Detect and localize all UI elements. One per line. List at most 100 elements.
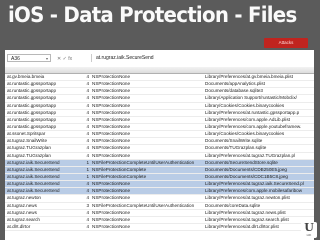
table-cell-b[interactable]: 4	[85, 88, 89, 94]
table-cell-d[interactable]: Documents/TUGrazplan.sqlite	[205, 145, 313, 151]
table-row[interactable]: at.runtastic.gpssportapp 4 NSProtectionNon…	[5, 95, 314, 103]
table-cell-a[interactable]: at.tugraz.iaik.SecureSend	[7, 181, 87, 187]
table-cell-d[interactable]: Library/Preferences/at.tugraz.iaik.Secur…	[205, 181, 313, 187]
table-row[interactable]: at.tugraz.TUGrazplan 4 NSProtectionNone Lib…	[5, 153, 314, 160]
table-cell-d[interactable]: Library/Preferences/at.tugraz.search.pli…	[205, 217, 313, 223]
table-row[interactable]: at.tugraz.iaik.SecureSend 1 NSFileProtecti…	[5, 159, 314, 167]
confirm-icon[interactable]: ✓	[63, 56, 67, 62]
table-cell-a[interactable]: at.runtastic.gpssportapp	[7, 110, 87, 116]
function-icon[interactable]: fx	[68, 56, 72, 62]
table-cell-c[interactable]: NSProtectionNone	[92, 217, 204, 223]
table-cell-a[interactable]: at.tugraz.news	[7, 203, 87, 209]
table-cell-d[interactable]: Documents/Documents/CDC1B5C8.jpeg	[205, 174, 313, 180]
table-cell-a[interactable]: at.runtastic.gpssportapp	[7, 95, 87, 101]
table-cell-a[interactable]: at.tugraz.news	[7, 210, 87, 216]
table-cell-a[interactable]: at.runtastic.gpssportapp	[7, 124, 87, 130]
table-row[interactable]: at.runtastic.gpssportapp 4 NSProtectionNon…	[5, 110, 314, 117]
table-cell-c[interactable]: NSProtectionNone	[92, 210, 204, 216]
table-cell-d[interactable]: Library/Preferences/com.apple.AdLib.plis…	[205, 117, 313, 123]
table-cell-c[interactable]: NSProtectionNone	[92, 138, 204, 144]
table-cell-b[interactable]: 4	[85, 95, 89, 101]
table-cell-b[interactable]: 4	[85, 217, 89, 223]
table-cell-a[interactable]: at.ssonet.Spritspar	[7, 131, 87, 137]
table-row[interactable]: at.tugraz.newton 4 NSProtectionNone Library…	[5, 195, 314, 203]
table-cell-b[interactable]: 4	[85, 74, 89, 80]
table-row[interactable]: at.runtastic.gpssportapp 4 NSProtectionNon…	[5, 88, 314, 96]
table-cell-c[interactable]: NSProtectionNone	[92, 131, 204, 137]
table-cell-c[interactable]: NSFileProtectionCompleteUntilUserAuthent…	[92, 160, 204, 166]
table-cell-c[interactable]: NSProtectionNone	[92, 195, 204, 201]
table-row[interactable]: at.gv.bmeia.bmeia 4 NSProtectionNone Librar…	[5, 74, 314, 82]
table-cell-a[interactable]: at.dlrt.dlrtor	[7, 224, 87, 230]
formula-value-field[interactable]: at.rugraz.iaik.SecureSend	[91, 54, 314, 62]
table-cell-b[interactable]: 4	[85, 145, 89, 151]
table-row[interactable]: at.tugraz.news 4 NSProtectionNone Library/P…	[5, 210, 314, 217]
table-cell-c[interactable]: NSProtectionNone	[92, 117, 204, 123]
table-cell-d[interactable]: Library/Preferences/at.gv.bmeia.bmeia.pl…	[205, 74, 313, 80]
table-cell-c[interactable]: NSProtectionNone	[92, 145, 204, 151]
table-cell-a[interactable]: at.gv.bmeia.bmeia	[7, 74, 87, 80]
table-row[interactable]: at.tugraz.iaik.SecureSend 4 NSProtectionNo…	[5, 181, 314, 189]
table-cell-c[interactable]: NSProtectionNone	[92, 88, 204, 94]
table-cell-b[interactable]: 4	[85, 124, 89, 130]
cancel-icon[interactable]: ✕	[57, 56, 61, 62]
table-cell-c[interactable]: NSProtectionNone	[92, 74, 204, 80]
table-cell-a[interactable]: at.runtastic.gpssportapp	[7, 103, 87, 109]
table-cell-c[interactable]: NSProtectionNone	[92, 188, 204, 194]
table-cell-d[interactable]: Library/Preferences/at.tugraz.TUGrazplan…	[205, 153, 313, 159]
table-cell-b[interactable]: 4	[85, 195, 89, 201]
table-cell-d[interactable]: Library/Preferences/at.dlrt.dlrtor.plist	[205, 224, 313, 230]
table-cell-c[interactable]: NSProtectionNone	[92, 81, 204, 87]
table-cell-d[interactable]: Library/Preferences/com.apple.youtubefra…	[205, 124, 313, 130]
table-cell-b[interactable]: 4	[85, 117, 89, 123]
table-row[interactable]: at.tugraz.TUGrazplan 4 NSProtectionNone Doc…	[5, 145, 314, 153]
table-row[interactable]: at.runtastic.gpssportapp 4 NSProtectionNon…	[5, 81, 314, 89]
chevron-down-icon[interactable]: ▾	[46, 55, 48, 63]
table-cell-b[interactable]: 1	[85, 160, 89, 166]
table-row[interactable]: at.tugraz.news 3 NSFileProtectionCompleteU…	[5, 203, 314, 210]
table-cell-b[interactable]: 4	[85, 188, 89, 194]
table-cell-c[interactable]: NSProtectionNone	[92, 181, 204, 187]
table-cell-a[interactable]: at.tugraz.iaik.SecureSend	[7, 160, 87, 166]
table-cell-d[interactable]: Documents/SecureSendStore.sqlite	[205, 160, 313, 166]
table-cell-d[interactable]: Documents/SnailWrite.sqlite	[205, 138, 313, 144]
table-cell-c[interactable]: NSFileProtectionComplete	[92, 174, 204, 180]
table-cell-b[interactable]: 4	[85, 153, 89, 159]
table-cell-a[interactable]: at.runtastic.gpssportapp	[7, 81, 87, 87]
table-cell-a[interactable]: at.tugraz.iaik.SecureSend	[7, 188, 87, 194]
table-cell-d[interactable]: Documents/coreData.sqlite	[205, 203, 313, 209]
table-cell-d[interactable]: Documents/appAnalytics.plist	[205, 81, 313, 87]
table-cell-b[interactable]: 4	[85, 138, 89, 144]
table-cell-b[interactable]: 4	[85, 81, 89, 87]
table-cell-d[interactable]: Documents/Documents/CDB250E5.jpeg	[205, 167, 313, 173]
table-cell-b[interactable]: 4	[85, 210, 89, 216]
table-cell-b[interactable]: 1	[85, 167, 89, 173]
table-cell-d[interactable]: Library/Preferences/at.tugraz.news.plist	[205, 210, 313, 216]
table-row[interactable]: at.runtastic.gpssportapp 4 NSProtectionNon…	[5, 117, 314, 124]
cell-reference-box[interactable]: A36 ▾	[7, 54, 51, 62]
table-cell-a[interactable]: at.tugraz.iaik.SecureSend	[7, 174, 87, 180]
table-cell-c[interactable]: NSFileProtectionCompleteUntilUserAuthent…	[92, 203, 204, 209]
table-cell-d[interactable]: Library/Preferences/at.tugraz.newton.pli…	[205, 195, 313, 201]
table-cell-b[interactable]: 4	[85, 131, 89, 137]
table-cell-a[interactable]: at.runtastic.gpssportapp	[7, 117, 87, 123]
table-cell-c[interactable]: NSProtectionNone	[92, 124, 204, 130]
table-cell-b[interactable]: 3	[85, 203, 89, 209]
table-cell-a[interactable]: at.tugraz.TUGrazplan	[7, 145, 87, 151]
table-cell-b[interactable]: 4	[85, 110, 89, 116]
table-cell-b[interactable]: 4	[85, 181, 89, 187]
table-row[interactable]: at.runtastic.gpssportapp 4 NSProtectionNon…	[5, 103, 314, 110]
table-cell-c[interactable]: NSProtectionNone	[92, 95, 204, 101]
table-cell-b[interactable]: 1	[85, 174, 89, 180]
table-cell-b[interactable]: 4	[85, 224, 89, 230]
table-cell-a[interactable]: at.runtastic.gpssportapp	[7, 88, 87, 94]
table-cell-c[interactable]: NSProtectionNone	[92, 110, 204, 116]
table-cell-d[interactable]: Library/Application Support/runtastic/Mo…	[205, 95, 313, 101]
table-row[interactable]: at.tugraz.iaik.SecureSend 4 NSProtectionNo…	[5, 188, 314, 196]
table-cell-c[interactable]: NSProtectionNone	[92, 103, 204, 109]
table-cell-a[interactable]: at.tugraz.newton	[7, 195, 87, 201]
table-cell-a[interactable]: at.tugraz.TUGrazplan	[7, 153, 87, 159]
table-cell-d[interactable]: Library/Preferences/at.runtastic.gpsspor…	[205, 110, 313, 116]
table-row[interactable]: at.dlrt.dlrtor 4 NSProtectionNone Library/P…	[5, 224, 314, 232]
table-cell-c[interactable]: NSFileProtectionComplete	[92, 167, 204, 173]
